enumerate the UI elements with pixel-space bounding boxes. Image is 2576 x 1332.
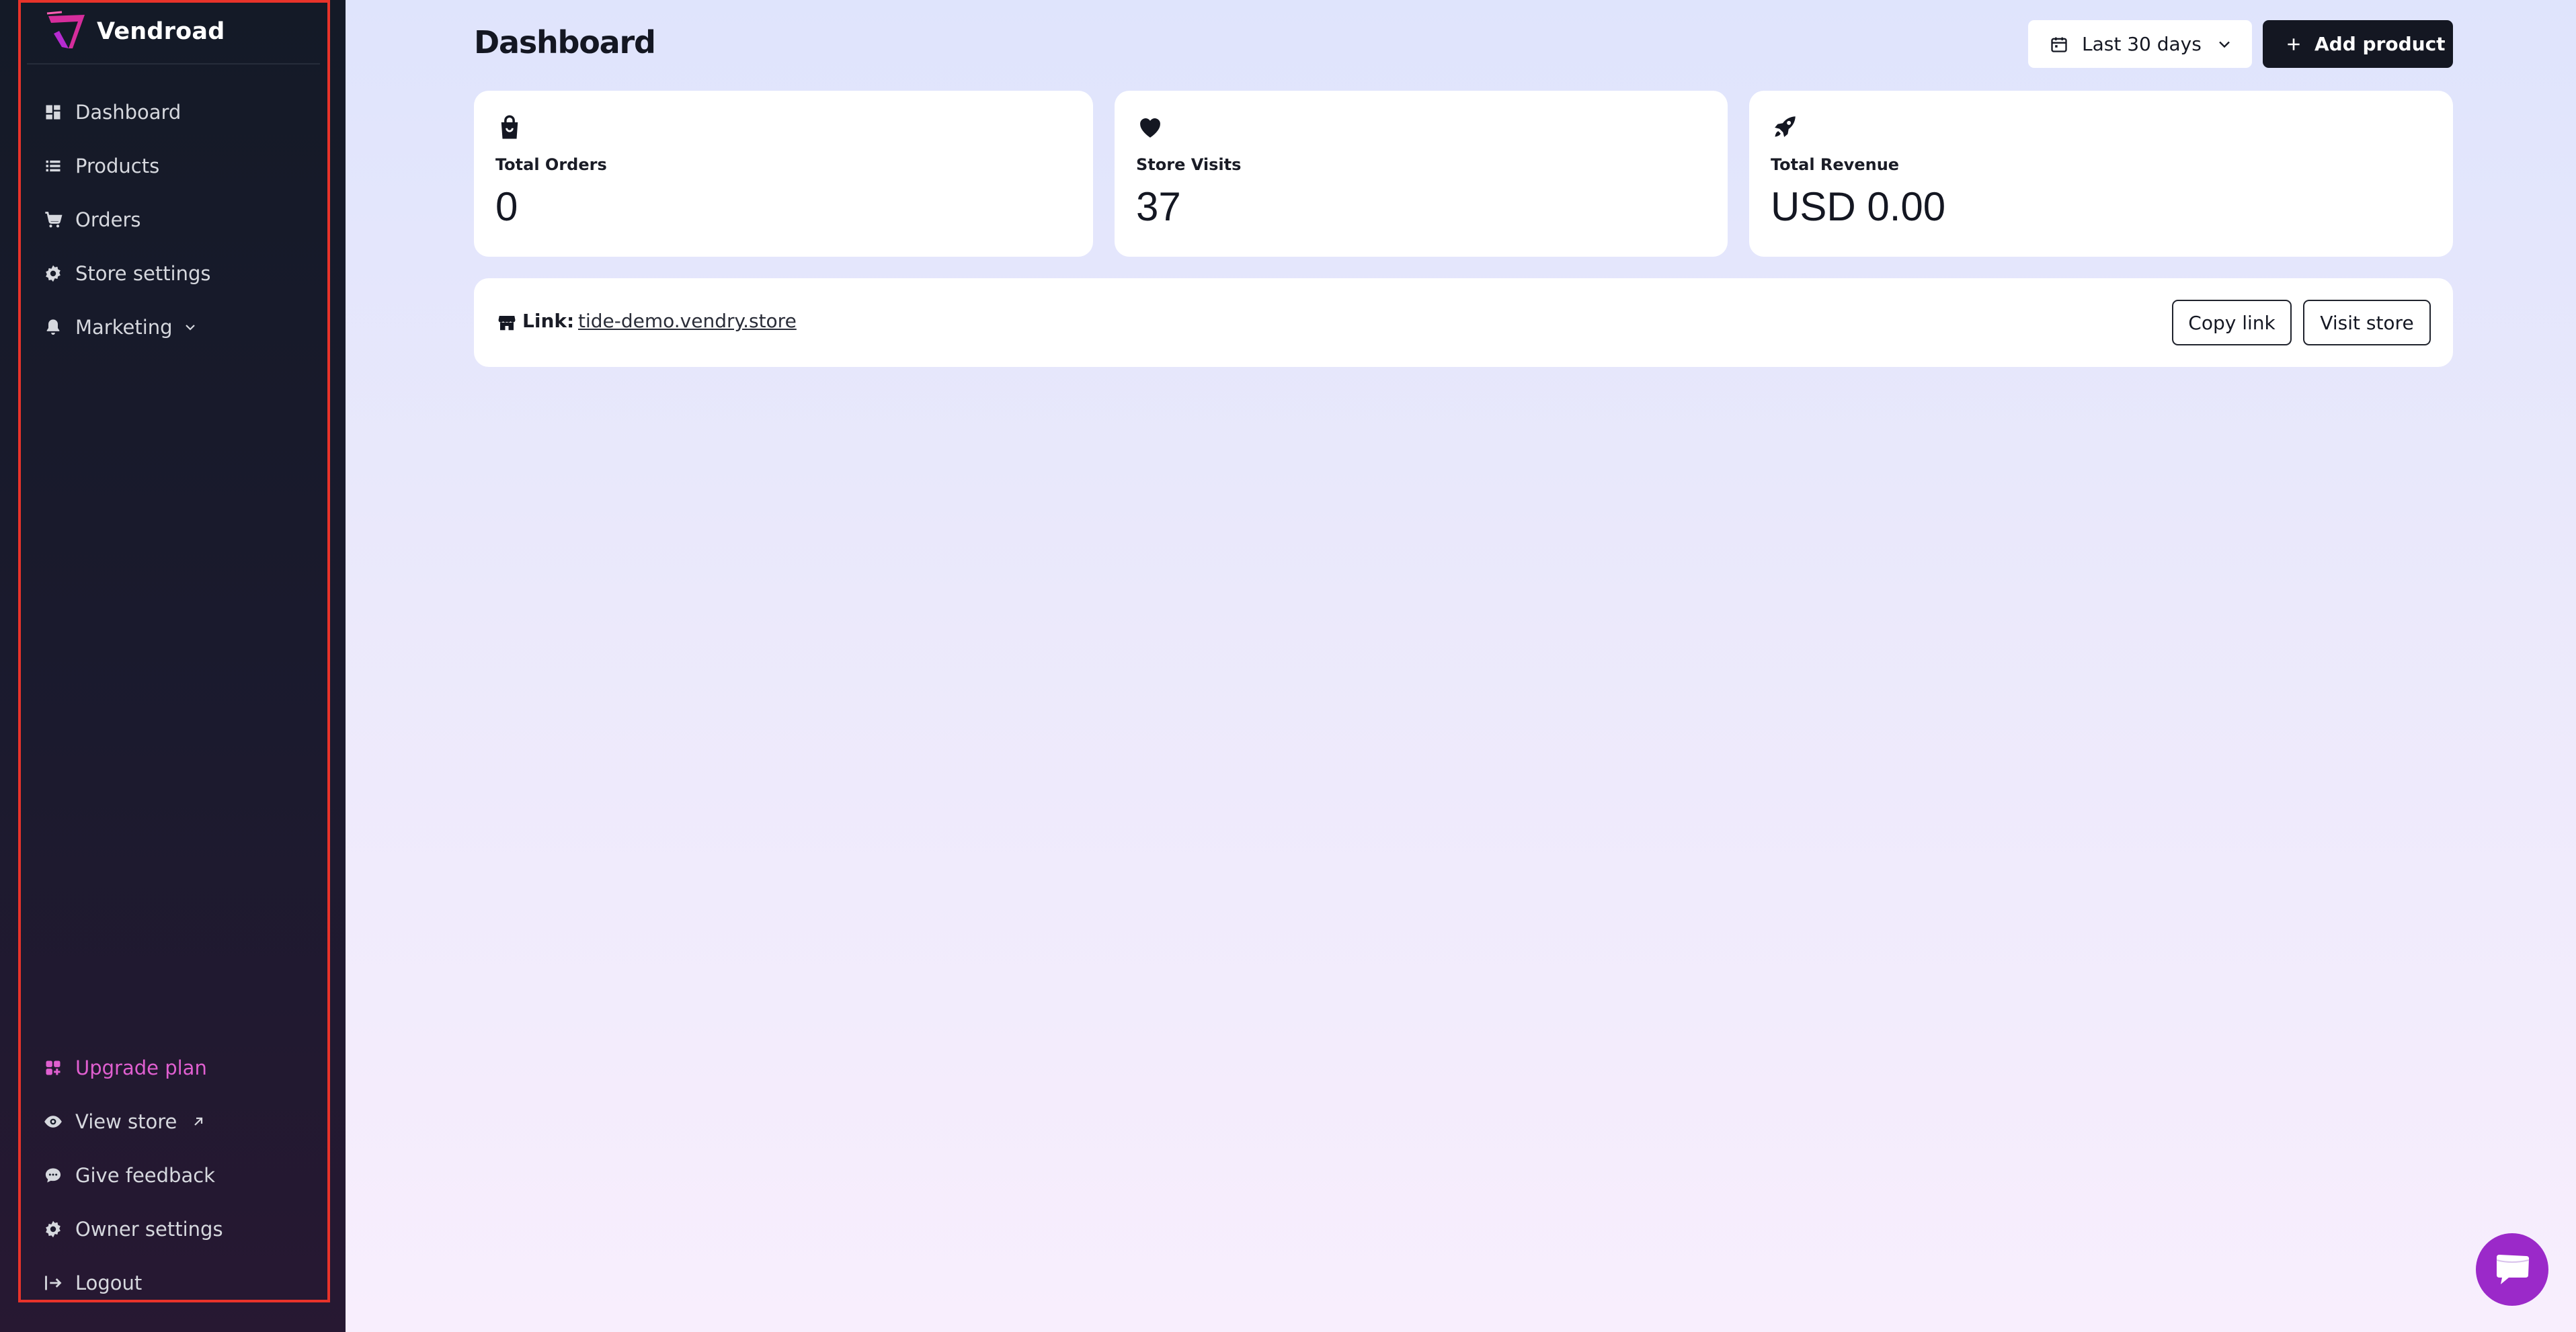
bell-icon bbox=[43, 317, 63, 337]
chevron-down-icon bbox=[2219, 41, 2230, 48]
store-icon bbox=[498, 316, 516, 331]
stat-value: USD 0.00 bbox=[1771, 184, 1946, 229]
chat-bubble-icon bbox=[2496, 1255, 2530, 1284]
sidebar-item-label: Owner settings bbox=[75, 1218, 223, 1241]
store-link-label: Link: bbox=[522, 310, 575, 332]
logout-icon bbox=[43, 1273, 63, 1293]
chat-icon bbox=[43, 1165, 63, 1185]
calendar-icon bbox=[2051, 37, 2067, 52]
sidebar-item-orders[interactable]: Orders bbox=[43, 200, 141, 240]
list-icon bbox=[43, 156, 63, 176]
stat-label: Total Revenue bbox=[1771, 155, 1900, 174]
sidebar-item-marketing[interactable]: Marketing bbox=[43, 307, 198, 347]
sidebar-item-view-store[interactable]: View store bbox=[43, 1101, 206, 1142]
store-link-panel: Link: tide-demo.vendry.store Copy link V… bbox=[474, 278, 2453, 367]
sidebar-item-upgrade-plan[interactable]: Upgrade plan bbox=[43, 1048, 207, 1088]
chat-support-button[interactable] bbox=[2476, 1233, 2548, 1306]
brand-name: Vendroad bbox=[97, 18, 225, 45]
date-range-label: Last 30 days bbox=[2082, 33, 2202, 55]
external-link-icon bbox=[194, 1117, 203, 1126]
cart-icon bbox=[43, 210, 63, 230]
stat-value: 37 bbox=[1136, 184, 1181, 229]
sidebar-item-label: Logout bbox=[75, 1272, 143, 1294]
dashboard-icon bbox=[43, 102, 63, 122]
chevron-down-icon bbox=[185, 325, 195, 331]
sidebar-item-dashboard[interactable]: Dashboard bbox=[43, 92, 181, 132]
sidebar-item-owner-settings[interactable]: Owner settings bbox=[43, 1209, 223, 1249]
sidebar-item-label: Dashboard bbox=[75, 101, 182, 124]
vendroad-logo-icon bbox=[46, 11, 85, 48]
sidebar: Vendroad Dashboard Products Orders Store… bbox=[0, 0, 346, 1332]
sidebar-item-logout[interactable]: Logout bbox=[43, 1263, 142, 1303]
page-title: Dashboard bbox=[474, 24, 656, 60]
sidebar-item-products[interactable]: Products bbox=[43, 146, 159, 186]
sidebar-item-label: View store bbox=[75, 1110, 177, 1133]
store-link-url[interactable]: tide-demo.vendry.store bbox=[578, 310, 797, 332]
stat-value: 0 bbox=[495, 184, 518, 229]
shopping-bag-icon bbox=[501, 115, 518, 139]
brand-header[interactable]: Vendroad bbox=[27, 0, 320, 65]
stat-label: Store Visits bbox=[1136, 155, 1242, 174]
rocket-icon bbox=[1775, 116, 1796, 137]
heart-icon bbox=[1140, 118, 1160, 138]
sidebar-item-store-settings[interactable]: Store settings bbox=[43, 253, 211, 294]
gear-icon bbox=[43, 263, 63, 284]
stat-card-total-orders: 0 Total Orders bbox=[474, 91, 1093, 257]
add-product-button[interactable]: Add product bbox=[2263, 20, 2453, 68]
sidebar-item-label: Give feedback bbox=[75, 1164, 215, 1187]
apps-plus-icon bbox=[43, 1058, 63, 1078]
stat-card-store-visits: 37 Store Visits bbox=[1115, 91, 1728, 257]
plus-icon bbox=[2288, 38, 2300, 50]
sidebar-item-label: Orders bbox=[75, 208, 141, 231]
stat-card-total-revenue: USD 0.00 Total Revenue bbox=[1749, 91, 2453, 257]
sidebar-item-label: Store settings bbox=[75, 262, 211, 285]
sidebar-item-label: Products bbox=[75, 155, 160, 177]
sidebar-item-label: Upgrade plan bbox=[75, 1056, 207, 1079]
stat-label: Total Orders bbox=[495, 155, 607, 174]
gear-icon bbox=[43, 1219, 63, 1239]
eye-icon bbox=[43, 1112, 63, 1132]
copy-link-button[interactable]: Copy link bbox=[2172, 300, 2292, 345]
date-range-select[interactable]: Last 30 days bbox=[2028, 20, 2252, 68]
sidebar-item-give-feedback[interactable]: Give feedback bbox=[43, 1155, 215, 1196]
add-product-label: Add product bbox=[2315, 33, 2446, 55]
sidebar-item-label: Marketing bbox=[75, 316, 173, 339]
visit-store-button[interactable]: Visit store bbox=[2303, 300, 2431, 345]
